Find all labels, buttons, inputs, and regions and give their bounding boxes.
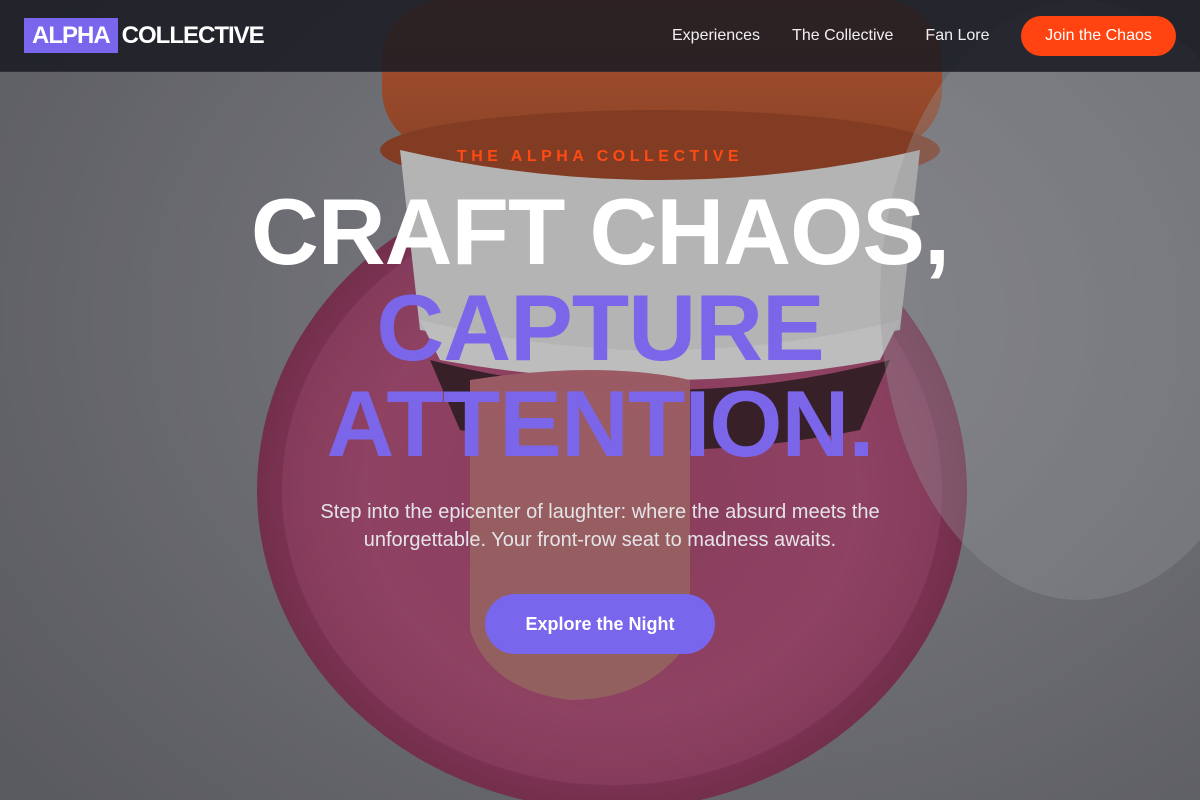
join-the-chaos-button[interactable]: Join the Chaos	[1021, 16, 1176, 56]
nav-link-fan-lore[interactable]: Fan Lore	[909, 27, 1005, 45]
top-navbar: ALPHA COLLECTIVE Experiences The Collect…	[0, 0, 1200, 72]
hero-eyebrow: THE ALPHA COLLECTIVE	[456, 148, 744, 165]
hero-headline: CRAFT CHAOS, CAPTURE ATTENTION.	[0, 184, 1200, 472]
explore-the-night-button[interactable]: Explore the Night	[485, 594, 715, 654]
hero-subtext: Step into the epicenter of laughter: whe…	[320, 501, 880, 551]
nav-link-experiences[interactable]: Experiences	[656, 27, 776, 45]
headline-line-3: ATTENTION.	[326, 371, 875, 476]
nav-links: Experiences The Collective Fan Lore	[656, 0, 1005, 72]
headline-line-1: CRAFT CHAOS,	[250, 179, 950, 284]
brand-logo-box: ALPHA	[24, 18, 118, 53]
brand-logo-text: COLLECTIVE	[121, 21, 265, 49]
nav-link-the-collective[interactable]: The Collective	[776, 27, 909, 45]
headline-line-2: CAPTURE	[376, 275, 824, 380]
brand-logo[interactable]: ALPHA COLLECTIVE	[24, 18, 265, 53]
